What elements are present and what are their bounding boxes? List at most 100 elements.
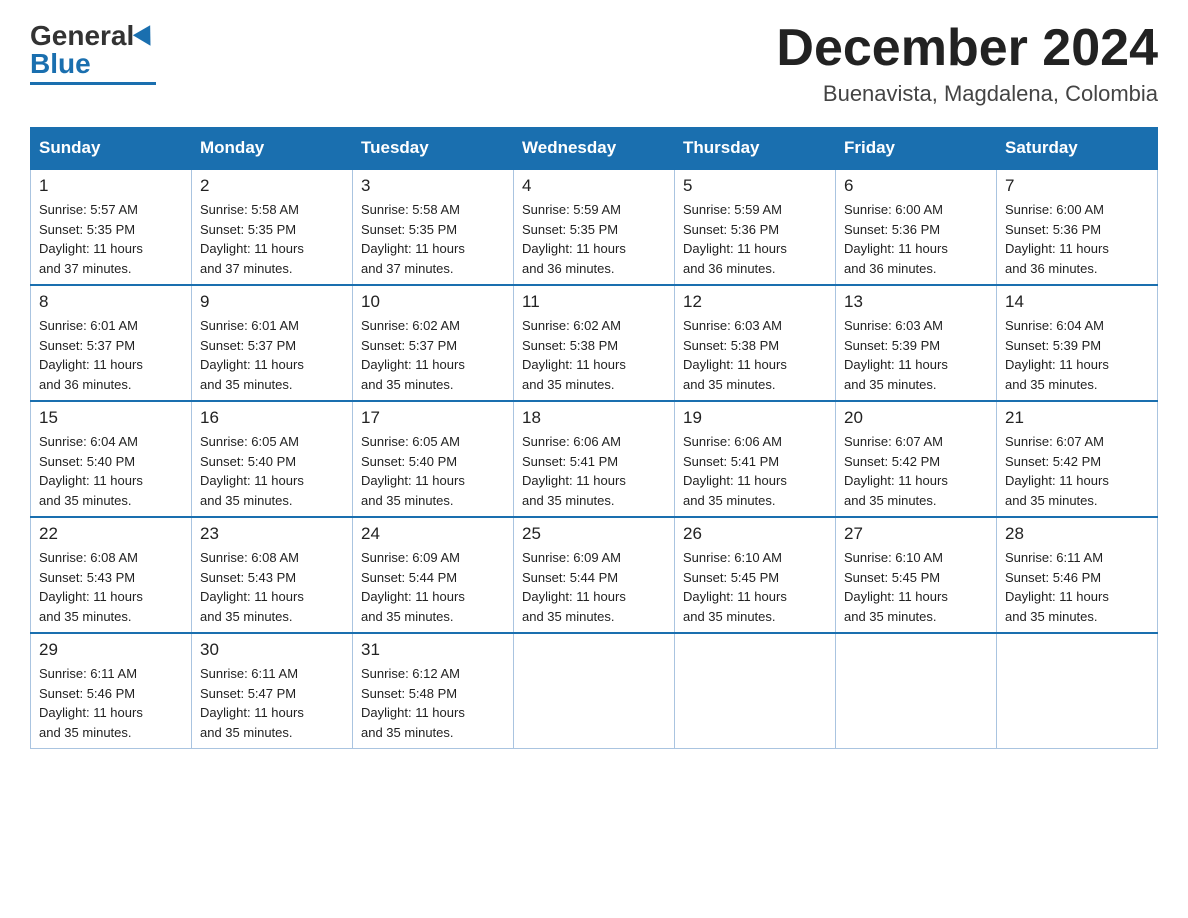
calendar-cell: [675, 633, 836, 749]
day-number: 5: [683, 176, 827, 196]
calendar-cell: 15 Sunrise: 6:04 AM Sunset: 5:40 PM Dayli…: [31, 401, 192, 517]
calendar-cell: 18 Sunrise: 6:06 AM Sunset: 5:41 PM Dayli…: [514, 401, 675, 517]
day-number: 18: [522, 408, 666, 428]
logo-underline: [30, 82, 156, 85]
calendar-row: 8 Sunrise: 6:01 AM Sunset: 5:37 PM Daylig…: [31, 285, 1158, 401]
header-row: Sunday Monday Tuesday Wednesday Thursday…: [31, 128, 1158, 170]
calendar-cell: 17 Sunrise: 6:05 AM Sunset: 5:40 PM Dayli…: [353, 401, 514, 517]
day-number: 30: [200, 640, 344, 660]
day-info: Sunrise: 6:02 AM Sunset: 5:37 PM Dayligh…: [361, 316, 505, 394]
day-number: 27: [844, 524, 988, 544]
calendar-cell: 20Sunrise: 6:07 AM Sunset: 5:42 PM Dayli…: [836, 401, 997, 517]
day-info: Sunrise: 6:04 AM Sunset: 5:39 PM Dayligh…: [1005, 316, 1149, 394]
day-number: 8: [39, 292, 183, 312]
day-info: Sunrise: 5:58 AM Sunset: 5:35 PM Dayligh…: [361, 200, 505, 278]
day-info: Sunrise: 6:05 AM Sunset: 5:40 PM Dayligh…: [200, 432, 344, 510]
calendar-cell: 11Sunrise: 6:02 AM Sunset: 5:38 PM Dayli…: [514, 285, 675, 401]
calendar-cell: 2Sunrise: 5:58 AM Sunset: 5:35 PM Daylig…: [192, 169, 353, 285]
calendar-cell: 3Sunrise: 5:58 AM Sunset: 5:35 PM Daylig…: [353, 169, 514, 285]
calendar-cell: 14Sunrise: 6:04 AM Sunset: 5:39 PM Dayli…: [997, 285, 1158, 401]
logo: General Blue: [30, 20, 156, 85]
calendar-row: 22 Sunrise: 6:08 AM Sunset: 5:43 PM Dayli…: [31, 517, 1158, 633]
calendar-cell: 22 Sunrise: 6:08 AM Sunset: 5:43 PM Dayli…: [31, 517, 192, 633]
day-info: Sunrise: 6:06 AM Sunset: 5:41 PM Dayligh…: [522, 432, 666, 510]
day-number: 26: [683, 524, 827, 544]
calendar-cell: 1 Sunrise: 5:57 AM Sunset: 5:35 PM Daylig…: [31, 169, 192, 285]
day-info: Sunrise: 5:59 AM Sunset: 5:35 PM Dayligh…: [522, 200, 666, 278]
calendar-cell: 19 Sunrise: 6:06 AM Sunset: 5:41 PM Dayli…: [675, 401, 836, 517]
day-number: 13: [844, 292, 988, 312]
day-info: Sunrise: 6:05 AM Sunset: 5:40 PM Dayligh…: [361, 432, 505, 510]
day-number: 4: [522, 176, 666, 196]
day-number: 15: [39, 408, 183, 428]
calendar-cell: 29 Sunrise: 6:11 AM Sunset: 5:46 PM Dayli…: [31, 633, 192, 749]
day-number: 17: [361, 408, 505, 428]
col-wednesday: Wednesday: [514, 128, 675, 170]
logo-triangle-icon: [133, 25, 159, 51]
day-info: Sunrise: 6:01 AM Sunset: 5:37 PM Dayligh…: [39, 316, 183, 394]
calendar-cell: 25Sunrise: 6:09 AM Sunset: 5:44 PM Dayli…: [514, 517, 675, 633]
day-number: 6: [844, 176, 988, 196]
day-number: 22: [39, 524, 183, 544]
calendar-cell: 26Sunrise: 6:10 AM Sunset: 5:45 PM Dayli…: [675, 517, 836, 633]
logo-blue: Blue: [30, 48, 91, 80]
day-info: Sunrise: 6:04 AM Sunset: 5:40 PM Dayligh…: [39, 432, 183, 510]
col-saturday: Saturday: [997, 128, 1158, 170]
day-number: 19: [683, 408, 827, 428]
calendar-cell: 31 Sunrise: 6:12 AM Sunset: 5:48 PM Dayli…: [353, 633, 514, 749]
day-number: 31: [361, 640, 505, 660]
day-number: 12: [683, 292, 827, 312]
calendar-cell: 9 Sunrise: 6:01 AM Sunset: 5:37 PM Daylig…: [192, 285, 353, 401]
day-info: Sunrise: 6:03 AM Sunset: 5:38 PM Dayligh…: [683, 316, 827, 394]
calendar-cell: 10 Sunrise: 6:02 AM Sunset: 5:37 PM Dayli…: [353, 285, 514, 401]
day-info: Sunrise: 6:11 AM Sunset: 5:46 PM Dayligh…: [39, 664, 183, 742]
calendar-cell: 21 Sunrise: 6:07 AM Sunset: 5:42 PM Dayli…: [997, 401, 1158, 517]
calendar-row: 15 Sunrise: 6:04 AM Sunset: 5:40 PM Dayli…: [31, 401, 1158, 517]
calendar-table: Sunday Monday Tuesday Wednesday Thursday…: [30, 127, 1158, 749]
day-info: Sunrise: 5:57 AM Sunset: 5:35 PM Dayligh…: [39, 200, 183, 278]
calendar-cell: 8 Sunrise: 6:01 AM Sunset: 5:37 PM Daylig…: [31, 285, 192, 401]
col-monday: Monday: [192, 128, 353, 170]
day-number: 1: [39, 176, 183, 196]
calendar-cell: 28Sunrise: 6:11 AM Sunset: 5:46 PM Dayli…: [997, 517, 1158, 633]
calendar-cell: 4 Sunrise: 5:59 AM Sunset: 5:35 PM Daylig…: [514, 169, 675, 285]
day-info: Sunrise: 6:06 AM Sunset: 5:41 PM Dayligh…: [683, 432, 827, 510]
day-number: 20: [844, 408, 988, 428]
calendar-cell: [997, 633, 1158, 749]
calendar-cell: 5 Sunrise: 5:59 AM Sunset: 5:36 PM Daylig…: [675, 169, 836, 285]
day-info: Sunrise: 6:08 AM Sunset: 5:43 PM Dayligh…: [200, 548, 344, 626]
day-info: Sunrise: 6:07 AM Sunset: 5:42 PM Dayligh…: [1005, 432, 1149, 510]
day-info: Sunrise: 5:59 AM Sunset: 5:36 PM Dayligh…: [683, 200, 827, 278]
calendar-cell: 23 Sunrise: 6:08 AM Sunset: 5:43 PM Dayli…: [192, 517, 353, 633]
calendar-cell: [514, 633, 675, 749]
day-number: 23: [200, 524, 344, 544]
day-info: Sunrise: 6:12 AM Sunset: 5:48 PM Dayligh…: [361, 664, 505, 742]
calendar-title: December 2024: [776, 20, 1158, 77]
day-number: 9: [200, 292, 344, 312]
day-info: Sunrise: 6:08 AM Sunset: 5:43 PM Dayligh…: [39, 548, 183, 626]
day-info: Sunrise: 6:11 AM Sunset: 5:47 PM Dayligh…: [200, 664, 344, 742]
col-sunday: Sunday: [31, 128, 192, 170]
calendar-row: 29 Sunrise: 6:11 AM Sunset: 5:46 PM Dayli…: [31, 633, 1158, 749]
day-info: Sunrise: 6:00 AM Sunset: 5:36 PM Dayligh…: [844, 200, 988, 278]
calendar-cell: 27 Sunrise: 6:10 AM Sunset: 5:45 PM Dayli…: [836, 517, 997, 633]
header: General Blue December 2024 Buenavista, M…: [30, 20, 1158, 107]
day-info: Sunrise: 6:01 AM Sunset: 5:37 PM Dayligh…: [200, 316, 344, 394]
day-info: Sunrise: 6:02 AM Sunset: 5:38 PM Dayligh…: [522, 316, 666, 394]
col-thursday: Thursday: [675, 128, 836, 170]
day-number: 25: [522, 524, 666, 544]
calendar-cell: 24Sunrise: 6:09 AM Sunset: 5:44 PM Dayli…: [353, 517, 514, 633]
calendar-cell: 6 Sunrise: 6:00 AM Sunset: 5:36 PM Daylig…: [836, 169, 997, 285]
calendar-cell: [836, 633, 997, 749]
day-number: 2: [200, 176, 344, 196]
calendar-body: 1 Sunrise: 5:57 AM Sunset: 5:35 PM Daylig…: [31, 169, 1158, 749]
calendar-cell: 12 Sunrise: 6:03 AM Sunset: 5:38 PM Dayli…: [675, 285, 836, 401]
day-info: Sunrise: 6:00 AM Sunset: 5:36 PM Dayligh…: [1005, 200, 1149, 278]
day-number: 21: [1005, 408, 1149, 428]
day-info: Sunrise: 6:10 AM Sunset: 5:45 PM Dayligh…: [844, 548, 988, 626]
day-info: Sunrise: 6:03 AM Sunset: 5:39 PM Dayligh…: [844, 316, 988, 394]
day-number: 10: [361, 292, 505, 312]
day-number: 29: [39, 640, 183, 660]
day-number: 24: [361, 524, 505, 544]
day-number: 28: [1005, 524, 1149, 544]
